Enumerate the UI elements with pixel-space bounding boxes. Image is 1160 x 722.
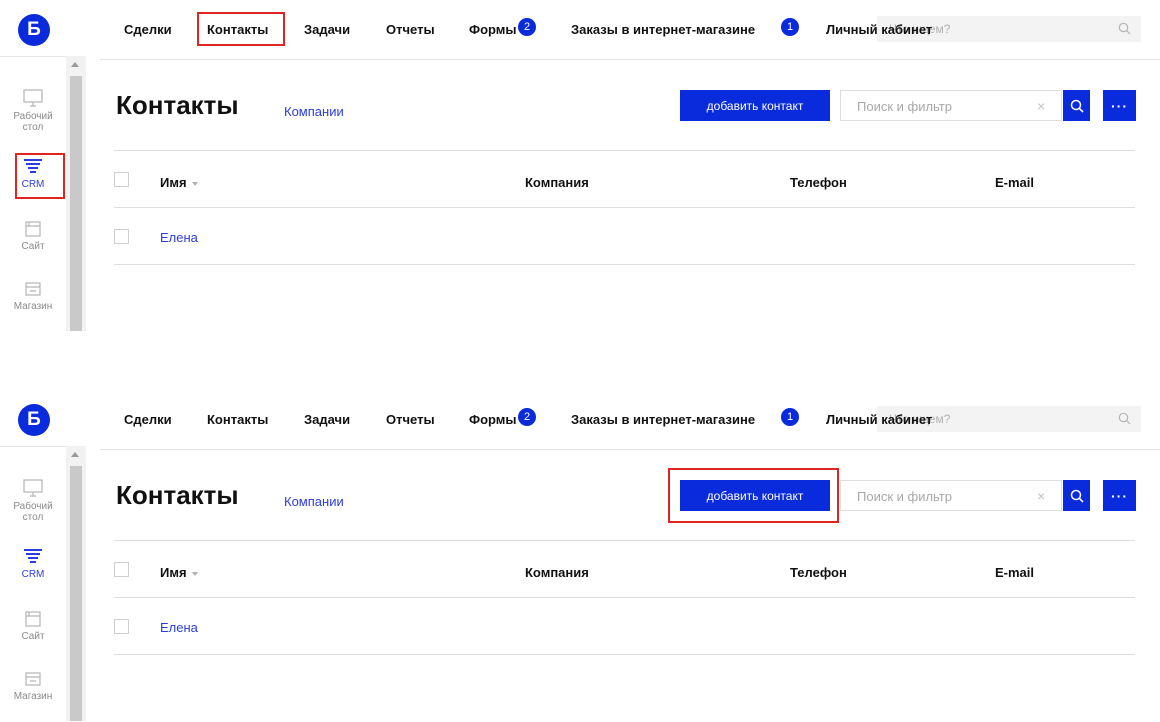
add-contact-button[interactable]: добавить контакт: [680, 90, 830, 121]
sort-down-icon[interactable]: [191, 181, 198, 186]
tab-forms[interactable]: Формы: [469, 22, 517, 37]
select-all-checkbox[interactable]: [114, 172, 129, 187]
sidebar-item-shop[interactable]: Магазин: [2, 280, 64, 312]
tab-tasks[interactable]: Задачи: [304, 412, 350, 427]
filter-search-button[interactable]: [1063, 90, 1090, 121]
select-all-checkbox[interactable]: [114, 562, 129, 577]
column-header-label: Имя: [160, 565, 187, 580]
contact-name-link[interactable]: Елена: [160, 620, 198, 635]
row-checkbox[interactable]: [114, 229, 129, 244]
sidebar-item-desktop[interactable]: Рабочий стол: [2, 88, 64, 133]
orders-count-badge: 1: [781, 18, 799, 36]
tab-account[interactable]: Личный кабинет: [826, 412, 932, 427]
search-filter-input[interactable]: Поиск и фильтр ×: [840, 90, 1062, 121]
site-icon: [25, 611, 41, 627]
funnel-icon: [24, 549, 42, 563]
forms-count-badge: 2: [518, 18, 536, 36]
table-divider: [114, 264, 1135, 265]
more-options-button[interactable]: ···: [1103, 480, 1136, 511]
monitor-icon: [23, 89, 43, 107]
tab-reports[interactable]: Отчеты: [386, 412, 435, 427]
table-divider: [114, 654, 1135, 655]
filter-search-button[interactable]: [1063, 480, 1090, 511]
sidebar-item-label: Рабочий стол: [13, 111, 53, 133]
sidebar-item-site[interactable]: Сайт: [2, 220, 64, 252]
tab-reports[interactable]: Отчеты: [386, 22, 435, 37]
screenshot-step-2: Б Рабочий стол CRM Сайт Магазин Сделки К…: [0, 390, 1160, 721]
scrollbar-thumb[interactable]: [70, 466, 82, 721]
scroll-up-arrow-icon[interactable]: [71, 452, 79, 457]
search-icon[interactable]: [1118, 412, 1131, 425]
row-checkbox[interactable]: [114, 619, 129, 634]
tab-account[interactable]: Личный кабинет: [826, 22, 932, 37]
column-header-company[interactable]: Компания: [525, 565, 589, 580]
search-filter-input[interactable]: Поиск и фильтр ×: [840, 480, 1062, 511]
search-icon[interactable]: [1118, 22, 1131, 35]
clear-icon[interactable]: ×: [1037, 98, 1045, 114]
column-header-phone[interactable]: Телефон: [790, 565, 847, 580]
highlight-crm-item: [15, 153, 65, 199]
table-divider: [114, 540, 1135, 541]
column-header-name[interactable]: Имя: [160, 565, 198, 580]
companies-link[interactable]: Компании: [284, 494, 344, 509]
scroll-up-arrow-icon[interactable]: [71, 62, 79, 67]
table-divider: [114, 597, 1135, 598]
column-header-name[interactable]: Имя: [160, 175, 198, 190]
column-header-company[interactable]: Компания: [525, 175, 589, 190]
monitor-icon: [23, 479, 43, 497]
column-header-email[interactable]: E-mail: [995, 565, 1034, 580]
tab-contacts[interactable]: Контакты: [207, 412, 268, 427]
filter-placeholder: Поиск и фильтр: [857, 99, 952, 114]
column-header-label: Имя: [160, 175, 187, 190]
tab-deals[interactable]: Сделки: [124, 22, 172, 37]
clear-icon[interactable]: ×: [1037, 488, 1045, 504]
sidebar-scrollbar[interactable]: [66, 56, 86, 331]
sidebar-scrollbar[interactable]: [66, 446, 86, 721]
highlight-add-contact-button: [668, 468, 839, 523]
screenshot-step-1: Б Рабочий стол CRM Сайт Магазин Сделки К…: [0, 0, 1160, 331]
sidebar-item-site[interactable]: Сайт: [2, 610, 64, 642]
sidebar-item-label: CRM: [21, 569, 45, 580]
tab-shop-orders[interactable]: Заказы в интернет-магазине: [571, 412, 755, 427]
topbar-divider: [100, 449, 1160, 450]
search-icon: [1070, 489, 1084, 503]
table-divider: [114, 207, 1135, 208]
sort-down-icon[interactable]: [191, 571, 198, 576]
shop-icon: [25, 282, 41, 296]
sidebar-item-label: Магазин: [13, 691, 53, 702]
page-title: Контакты: [116, 90, 239, 120]
sidebar-item-label: Магазин: [13, 301, 53, 312]
sidebar-item-label: Сайт: [21, 631, 45, 642]
more-options-button[interactable]: ···: [1103, 90, 1136, 121]
page-title: Контакты: [116, 480, 239, 510]
scrollbar-thumb[interactable]: [70, 76, 82, 331]
left-rail: Б Рабочий стол CRM Сайт Магазин: [0, 390, 86, 721]
tab-shop-orders[interactable]: Заказы в интернет-магазине: [571, 22, 755, 37]
sidebar-item-desktop[interactable]: Рабочий стол: [2, 478, 64, 523]
filter-placeholder: Поиск и фильтр: [857, 489, 952, 504]
companies-link[interactable]: Компании: [284, 104, 344, 119]
sidebar-item-label: Рабочий стол: [13, 501, 53, 523]
highlight-contacts-tab: [197, 12, 285, 46]
sidebar-item-shop[interactable]: Магазин: [2, 670, 64, 702]
shop-icon: [25, 672, 41, 686]
tab-deals[interactable]: Сделки: [124, 412, 172, 427]
site-icon: [25, 221, 41, 237]
forms-count-badge: 2: [518, 408, 536, 426]
orders-count-badge: 1: [781, 408, 799, 426]
column-header-email[interactable]: E-mail: [995, 175, 1034, 190]
sidebar-item-crm[interactable]: CRM: [2, 548, 64, 580]
tab-forms[interactable]: Формы: [469, 412, 517, 427]
sidebar-item-label: Сайт: [21, 241, 45, 252]
tab-tasks[interactable]: Задачи: [304, 22, 350, 37]
column-header-phone[interactable]: Телефон: [790, 175, 847, 190]
search-icon: [1070, 99, 1084, 113]
table-divider: [114, 150, 1135, 151]
logo[interactable]: Б: [18, 14, 50, 46]
topbar-divider: [100, 59, 1160, 60]
contact-name-link[interactable]: Елена: [160, 230, 198, 245]
logo[interactable]: Б: [18, 404, 50, 436]
